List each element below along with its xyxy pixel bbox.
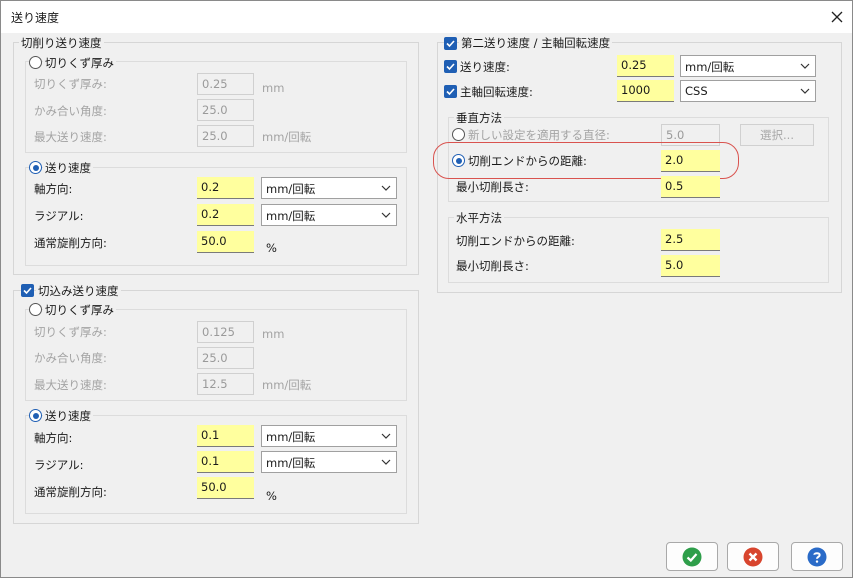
cutting-radial-field[interactable]: 0.2 <box>197 204 254 226</box>
cutting-max-feed-unit: mm/回転 <box>262 130 312 144</box>
help-icon <box>807 547 827 566</box>
cutting-axial-unit-select[interactable]: mm/回転 <box>261 177 397 199</box>
cut-end-distance-radio[interactable] <box>452 154 465 167</box>
horizontal-min-cut-length-field[interactable]: 5.0 <box>661 255 720 277</box>
cutting-radial-unit-select[interactable]: mm/回転 <box>261 204 397 226</box>
vertical-method-legend: 垂直方法 <box>454 111 504 125</box>
cutting-normal-turning-label: 通常旋削方向: <box>34 236 107 250</box>
plunge-axial-unit-value: mm/回転 <box>266 430 316 444</box>
cutting-normal-turning-unit: % <box>266 241 277 255</box>
chevron-down-icon <box>381 212 391 218</box>
plunge-max-feed-unit: mm/回転 <box>262 378 312 392</box>
horizontal-cut-end-distance-label: 切削エンドからの距離: <box>456 234 575 248</box>
secondary-feed-legend: 第二送り速度 / 主軸回転速度 <box>459 36 613 50</box>
ok-button[interactable] <box>666 542 718 571</box>
cancel-icon <box>743 547 763 566</box>
horizontal-cut-end-distance-field[interactable]: 2.5 <box>661 229 720 251</box>
horizontal-method-group <box>448 217 829 283</box>
cut-end-distance-label: 切削エンドからの距離: <box>468 154 587 168</box>
plunge-chip-thickness-label: 切りくず厚み: <box>34 325 107 339</box>
cutting-axial-unit-value: mm/回転 <box>266 182 316 196</box>
chevron-down-icon <box>800 88 810 94</box>
cutting-max-feed-label: 最大送り速度: <box>34 130 107 144</box>
plunge-chip-thickness-radio[interactable] <box>29 303 42 316</box>
new-setting-radio[interactable] <box>452 128 465 141</box>
plunge-radial-field[interactable]: 0.1 <box>197 451 254 473</box>
chevron-down-icon <box>381 433 391 439</box>
plunge-feed-radio-label: 送り速度 <box>43 409 93 423</box>
cutting-feed-radio[interactable] <box>29 161 42 174</box>
cutting-chip-thickness-field[interactable]: 0.25 <box>197 73 254 95</box>
check-icon <box>446 63 455 71</box>
cancel-button[interactable] <box>727 542 779 571</box>
plunge-chip-thickness-unit: mm <box>262 327 285 341</box>
plunge-max-feed-label: 最大送り速度: <box>34 378 107 392</box>
cutting-chip-thickness-label: 切りくず厚み: <box>34 77 107 91</box>
plunge-radial-unit-value: mm/回転 <box>266 456 316 470</box>
cutting-axial-field[interactable]: 0.2 <box>197 177 254 199</box>
horizontal-min-cut-length-label: 最小切削長さ: <box>456 259 529 273</box>
spindle-unit-select[interactable]: CSS <box>680 80 816 102</box>
help-button[interactable] <box>791 542 843 571</box>
check-icon <box>23 287 32 295</box>
min-cut-length-field[interactable]: 0.5 <box>661 176 720 198</box>
chevron-down-icon <box>381 185 391 191</box>
plunge-engagement-angle-field[interactable]: 25.0 <box>197 347 254 369</box>
plunge-feed-checkbox[interactable] <box>21 284 34 297</box>
plunge-normal-turning-unit: % <box>266 489 277 503</box>
chevron-down-icon <box>800 63 810 69</box>
new-setting-label: 新しい設定を適用する直径: <box>468 128 610 142</box>
cutting-radial-label: ラジアル: <box>34 209 84 223</box>
feed-checkbox[interactable] <box>444 60 457 73</box>
cutting-radial-unit-value: mm/回転 <box>266 209 316 223</box>
cutting-axial-label: 軸方向: <box>34 182 73 196</box>
title-bar: 送り速度 <box>1 1 852 33</box>
check-icon <box>446 88 455 96</box>
cutting-chip-thickness-radio-label: 切りくず厚み <box>43 56 116 70</box>
plunge-radial-unit-select[interactable]: mm/回転 <box>261 451 397 473</box>
spindle-unit-value: CSS <box>685 84 708 98</box>
cutting-chip-thickness-radio[interactable] <box>29 56 42 69</box>
plunge-chip-thickness-radio-label: 切りくず厚み <box>43 303 116 317</box>
horizontal-method-legend: 水平方法 <box>454 211 504 225</box>
cutting-feed-radio-label: 送り速度 <box>43 161 93 175</box>
cutting-engagement-angle-label: かみ合い角度: <box>34 104 107 118</box>
cut-end-distance-field[interactable]: 2.0 <box>661 150 720 172</box>
cutting-engagement-angle-field[interactable]: 25.0 <box>197 99 254 121</box>
chevron-down-icon <box>381 459 391 465</box>
feed-rate-dialog: 送り速度 切削り送り速度 切りくず厚み 切りくず厚み: 0.25 mm かみ合い… <box>0 0 853 578</box>
select-button[interactable]: 選択... <box>740 124 814 146</box>
plunge-normal-turning-label: 通常旋削方向: <box>34 485 107 499</box>
cutting-normal-turning-field[interactable]: 50.0 <box>197 231 254 253</box>
plunge-normal-turning-field[interactable]: 50.0 <box>197 477 254 499</box>
plunge-axial-unit-select[interactable]: mm/回転 <box>261 425 397 447</box>
plunge-axial-label: 軸方向: <box>34 431 73 445</box>
plunge-axial-field[interactable]: 0.1 <box>197 425 254 447</box>
spindle-label: 主軸回転速度: <box>460 85 533 99</box>
window-title: 送り速度 <box>11 11 60 25</box>
feed-unit-value: mm/回転 <box>685 60 735 74</box>
check-icon <box>446 40 455 48</box>
min-cut-length-label: 最小切削長さ: <box>456 180 529 194</box>
plunge-chip-thickness-field[interactable]: 0.125 <box>197 321 254 343</box>
cutting-chip-thickness-unit: mm <box>262 81 285 95</box>
feed-unit-select[interactable]: mm/回転 <box>680 55 816 77</box>
secondary-feed-checkbox[interactable] <box>444 37 457 50</box>
plunge-max-feed-field[interactable]: 12.5 <box>197 373 254 395</box>
plunge-feed-radio[interactable] <box>29 409 42 422</box>
ok-icon <box>682 547 702 566</box>
close-button[interactable] <box>824 5 850 29</box>
close-icon <box>831 11 843 23</box>
feed-label: 送り速度: <box>460 60 510 74</box>
spindle-field[interactable]: 1000 <box>617 80 674 102</box>
plunge-engagement-angle-label: かみ合い角度: <box>34 351 107 365</box>
feed-field[interactable]: 0.25 <box>617 55 674 77</box>
plunge-feed-legend: 切込み送り速度 <box>36 284 121 298</box>
plunge-radial-label: ラジアル: <box>34 458 84 472</box>
spindle-checkbox[interactable] <box>444 85 457 98</box>
cutting-max-feed-field[interactable]: 25.0 <box>197 125 254 147</box>
cutting-feed-legend: 切削り送り速度 <box>19 36 104 50</box>
